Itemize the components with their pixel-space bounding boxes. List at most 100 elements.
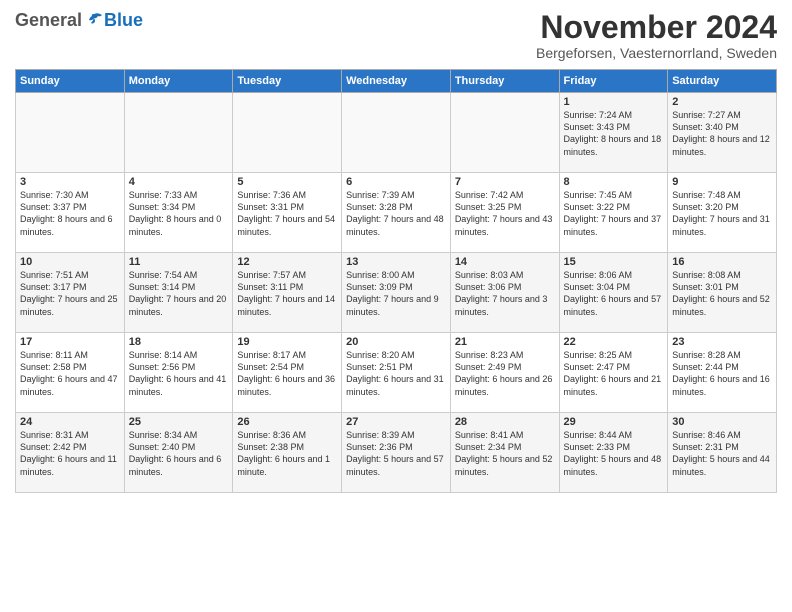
day-info: Sunrise: 8:25 AM Sunset: 2:47 PM Dayligh… <box>564 349 664 398</box>
day-number: 22 <box>564 336 664 348</box>
day-info: Sunrise: 8:20 AM Sunset: 2:51 PM Dayligh… <box>346 349 446 398</box>
day-number: 1 <box>564 96 664 108</box>
day-info: Sunrise: 8:36 AM Sunset: 2:38 PM Dayligh… <box>237 429 337 478</box>
day-info: Sunrise: 7:42 AM Sunset: 3:25 PM Dayligh… <box>455 189 555 238</box>
day-info: Sunrise: 7:36 AM Sunset: 3:31 PM Dayligh… <box>237 189 337 238</box>
calendar-cell-w1-d1: 4Sunrise: 7:33 AM Sunset: 3:34 PM Daylig… <box>124 173 233 253</box>
calendar-cell-w4-d4: 28Sunrise: 8:41 AM Sunset: 2:34 PM Dayli… <box>450 413 559 493</box>
header-saturday: Saturday <box>668 70 777 93</box>
day-info: Sunrise: 8:41 AM Sunset: 2:34 PM Dayligh… <box>455 429 555 478</box>
week-row-3: 17Sunrise: 8:11 AM Sunset: 2:58 PM Dayli… <box>16 333 777 413</box>
day-number: 3 <box>20 176 120 188</box>
calendar-cell-w4-d2: 26Sunrise: 8:36 AM Sunset: 2:38 PM Dayli… <box>233 413 342 493</box>
day-info: Sunrise: 7:54 AM Sunset: 3:14 PM Dayligh… <box>129 269 229 318</box>
day-number: 5 <box>237 176 337 188</box>
day-number: 29 <box>564 416 664 428</box>
week-row-0: 1Sunrise: 7:24 AM Sunset: 3:43 PM Daylig… <box>16 93 777 173</box>
calendar-cell-w0-d6: 2Sunrise: 7:27 AM Sunset: 3:40 PM Daylig… <box>668 93 777 173</box>
day-number: 8 <box>564 176 664 188</box>
day-info: Sunrise: 8:03 AM Sunset: 3:06 PM Dayligh… <box>455 269 555 318</box>
day-info: Sunrise: 7:39 AM Sunset: 3:28 PM Dayligh… <box>346 189 446 238</box>
month-title: November 2024 <box>536 10 777 45</box>
day-info: Sunrise: 7:45 AM Sunset: 3:22 PM Dayligh… <box>564 189 664 238</box>
day-info: Sunrise: 8:06 AM Sunset: 3:04 PM Dayligh… <box>564 269 664 318</box>
day-info: Sunrise: 7:51 AM Sunset: 3:17 PM Dayligh… <box>20 269 120 318</box>
calendar-cell-w3-d2: 19Sunrise: 8:17 AM Sunset: 2:54 PM Dayli… <box>233 333 342 413</box>
page: General Blue November 2024 Bergeforsen, … <box>0 0 792 612</box>
day-info: Sunrise: 8:44 AM Sunset: 2:33 PM Dayligh… <box>564 429 664 478</box>
week-row-2: 10Sunrise: 7:51 AM Sunset: 3:17 PM Dayli… <box>16 253 777 333</box>
day-number: 21 <box>455 336 555 348</box>
location: Bergeforsen, Vaesternorrland, Sweden <box>536 45 777 61</box>
calendar-cell-w2-d1: 11Sunrise: 7:54 AM Sunset: 3:14 PM Dayli… <box>124 253 233 333</box>
day-info: Sunrise: 8:08 AM Sunset: 3:01 PM Dayligh… <box>672 269 772 318</box>
calendar-cell-w3-d0: 17Sunrise: 8:11 AM Sunset: 2:58 PM Dayli… <box>16 333 125 413</box>
day-number: 16 <box>672 256 772 268</box>
logo-bird-icon <box>84 11 104 31</box>
day-info: Sunrise: 7:30 AM Sunset: 3:37 PM Dayligh… <box>20 189 120 238</box>
day-number: 23 <box>672 336 772 348</box>
day-number: 2 <box>672 96 772 108</box>
week-row-4: 24Sunrise: 8:31 AM Sunset: 2:42 PM Dayli… <box>16 413 777 493</box>
header-tuesday: Tuesday <box>233 70 342 93</box>
calendar-cell-w2-d5: 15Sunrise: 8:06 AM Sunset: 3:04 PM Dayli… <box>559 253 668 333</box>
calendar-cell-w0-d1 <box>124 93 233 173</box>
week-row-1: 3Sunrise: 7:30 AM Sunset: 3:37 PM Daylig… <box>16 173 777 253</box>
day-number: 27 <box>346 416 446 428</box>
day-number: 10 <box>20 256 120 268</box>
day-info: Sunrise: 7:24 AM Sunset: 3:43 PM Dayligh… <box>564 109 664 158</box>
calendar-cell-w1-d3: 6Sunrise: 7:39 AM Sunset: 3:28 PM Daylig… <box>342 173 451 253</box>
calendar-cell-w3-d3: 20Sunrise: 8:20 AM Sunset: 2:51 PM Dayli… <box>342 333 451 413</box>
calendar-cell-w2-d0: 10Sunrise: 7:51 AM Sunset: 3:17 PM Dayli… <box>16 253 125 333</box>
title-section: November 2024 Bergeforsen, Vaesternorrla… <box>536 10 777 61</box>
calendar-cell-w0-d2 <box>233 93 342 173</box>
header-wednesday: Wednesday <box>342 70 451 93</box>
day-number: 24 <box>20 416 120 428</box>
calendar-cell-w3-d1: 18Sunrise: 8:14 AM Sunset: 2:56 PM Dayli… <box>124 333 233 413</box>
calendar-cell-w1-d6: 9Sunrise: 7:48 AM Sunset: 3:20 PM Daylig… <box>668 173 777 253</box>
day-number: 25 <box>129 416 229 428</box>
calendar-cell-w2-d4: 14Sunrise: 8:03 AM Sunset: 3:06 PM Dayli… <box>450 253 559 333</box>
day-number: 26 <box>237 416 337 428</box>
day-number: 14 <box>455 256 555 268</box>
calendar-cell-w0-d4 <box>450 93 559 173</box>
day-info: Sunrise: 8:11 AM Sunset: 2:58 PM Dayligh… <box>20 349 120 398</box>
day-info: Sunrise: 8:28 AM Sunset: 2:44 PM Dayligh… <box>672 349 772 398</box>
calendar-cell-w3-d6: 23Sunrise: 8:28 AM Sunset: 2:44 PM Dayli… <box>668 333 777 413</box>
header-sunday: Sunday <box>16 70 125 93</box>
calendar-cell-w3-d4: 21Sunrise: 8:23 AM Sunset: 2:49 PM Dayli… <box>450 333 559 413</box>
header-friday: Friday <box>559 70 668 93</box>
calendar-cell-w4-d6: 30Sunrise: 8:46 AM Sunset: 2:31 PM Dayli… <box>668 413 777 493</box>
calendar-cell-w2-d2: 12Sunrise: 7:57 AM Sunset: 3:11 PM Dayli… <box>233 253 342 333</box>
logo-text: General Blue <box>15 10 143 31</box>
calendar-cell-w4-d5: 29Sunrise: 8:44 AM Sunset: 2:33 PM Dayli… <box>559 413 668 493</box>
calendar-cell-w4-d0: 24Sunrise: 8:31 AM Sunset: 2:42 PM Dayli… <box>16 413 125 493</box>
calendar-cell-w1-d5: 8Sunrise: 7:45 AM Sunset: 3:22 PM Daylig… <box>559 173 668 253</box>
calendar-cell-w1-d4: 7Sunrise: 7:42 AM Sunset: 3:25 PM Daylig… <box>450 173 559 253</box>
logo: General Blue <box>15 10 143 31</box>
day-number: 6 <box>346 176 446 188</box>
day-info: Sunrise: 7:33 AM Sunset: 3:34 PM Dayligh… <box>129 189 229 238</box>
day-number: 13 <box>346 256 446 268</box>
calendar-cell-w4-d3: 27Sunrise: 8:39 AM Sunset: 2:36 PM Dayli… <box>342 413 451 493</box>
header-thursday: Thursday <box>450 70 559 93</box>
calendar-cell-w0-d0 <box>16 93 125 173</box>
day-info: Sunrise: 8:14 AM Sunset: 2:56 PM Dayligh… <box>129 349 229 398</box>
calendar-cell-w1-d0: 3Sunrise: 7:30 AM Sunset: 3:37 PM Daylig… <box>16 173 125 253</box>
day-info: Sunrise: 8:00 AM Sunset: 3:09 PM Dayligh… <box>346 269 446 318</box>
calendar-cell-w3-d5: 22Sunrise: 8:25 AM Sunset: 2:47 PM Dayli… <box>559 333 668 413</box>
day-info: Sunrise: 7:48 AM Sunset: 3:20 PM Dayligh… <box>672 189 772 238</box>
logo-general: General <box>15 10 82 31</box>
day-number: 17 <box>20 336 120 348</box>
day-number: 20 <box>346 336 446 348</box>
day-info: Sunrise: 8:34 AM Sunset: 2:40 PM Dayligh… <box>129 429 229 478</box>
weekday-header-row: Sunday Monday Tuesday Wednesday Thursday… <box>16 70 777 93</box>
logo-blue: Blue <box>104 10 143 31</box>
day-number: 11 <box>129 256 229 268</box>
calendar-cell-w4-d1: 25Sunrise: 8:34 AM Sunset: 2:40 PM Dayli… <box>124 413 233 493</box>
calendar: Sunday Monday Tuesday Wednesday Thursday… <box>15 69 777 493</box>
day-info: Sunrise: 7:27 AM Sunset: 3:40 PM Dayligh… <box>672 109 772 158</box>
day-info: Sunrise: 8:46 AM Sunset: 2:31 PM Dayligh… <box>672 429 772 478</box>
day-number: 9 <box>672 176 772 188</box>
day-info: Sunrise: 8:31 AM Sunset: 2:42 PM Dayligh… <box>20 429 120 478</box>
